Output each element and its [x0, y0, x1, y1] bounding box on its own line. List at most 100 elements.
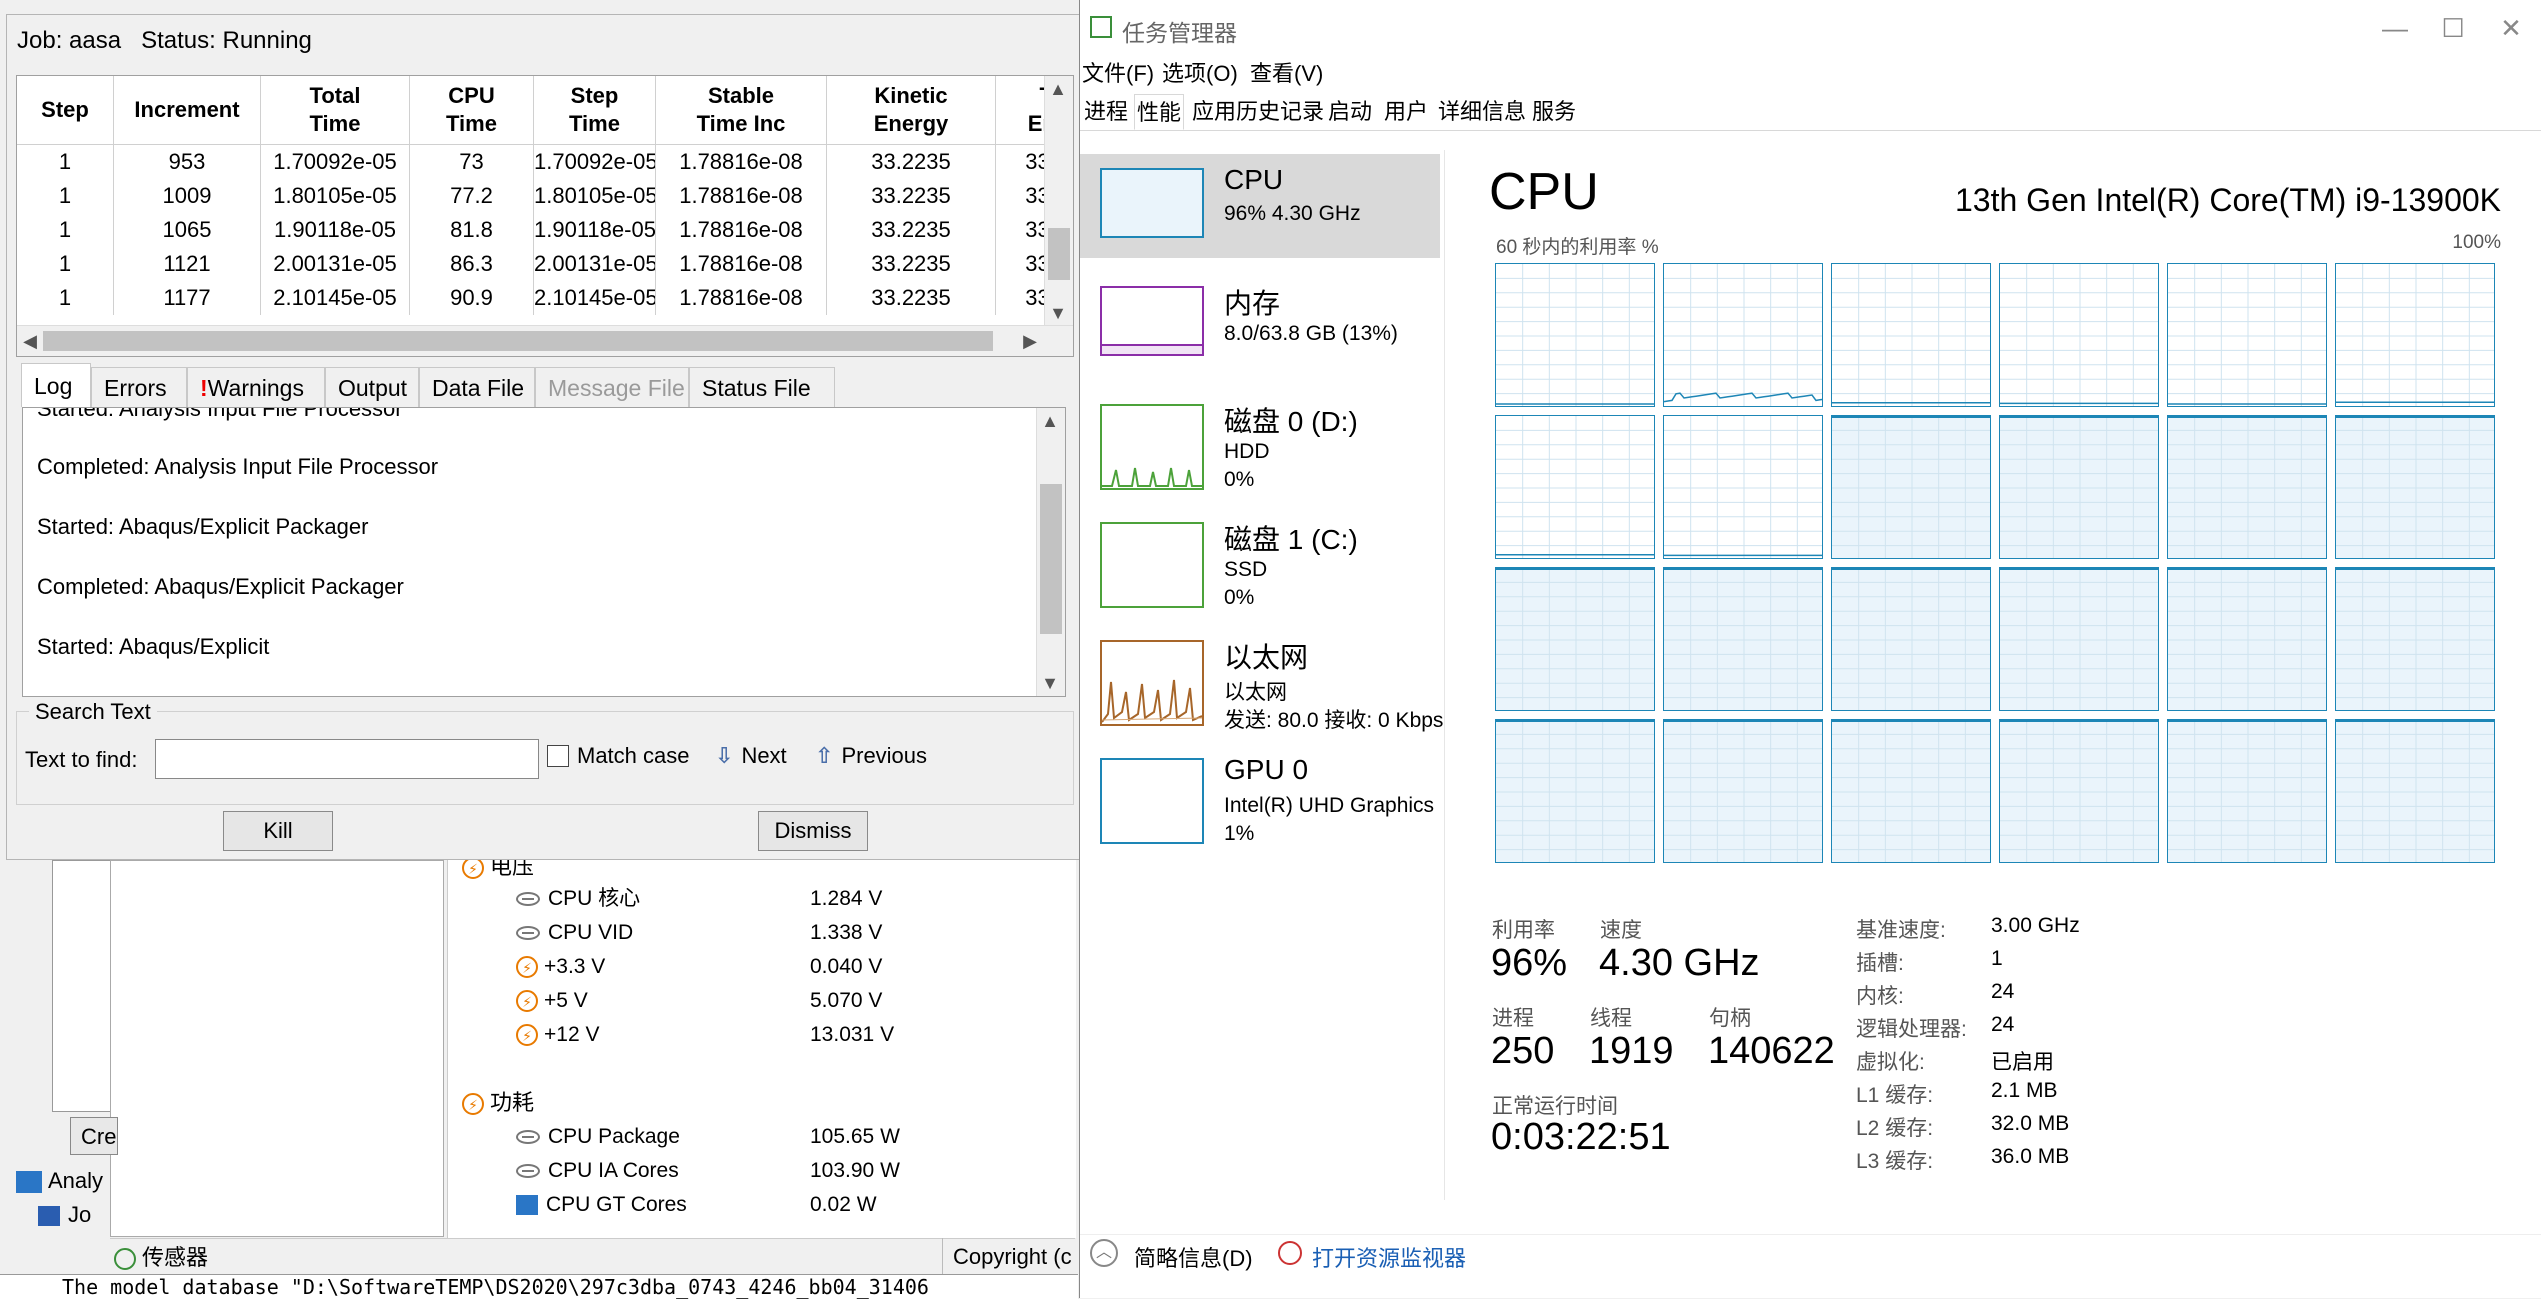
lightning-icon: ⚡	[516, 1024, 538, 1047]
previous-button[interactable]: ⇧ Previous	[815, 743, 927, 769]
lightning-icon: ⚡	[462, 1093, 484, 1116]
table-cell: 33.2235	[826, 213, 996, 247]
job-status: Running	[222, 27, 312, 54]
table-cell: 33.2235	[826, 281, 996, 315]
table-cell: 1.70092e-05	[533, 144, 656, 179]
log-line: Started: Abaqus/Explicit Packager	[37, 514, 369, 539]
table-cell: 90.9	[409, 281, 534, 315]
job-name: aasa	[69, 27, 122, 54]
copyright-text: Copyright (c	[942, 1238, 1078, 1276]
scroll-right-icon[interactable]: ▶	[1017, 328, 1043, 354]
tab-errors[interactable]: Errors	[91, 367, 187, 407]
resource-disk-0[interactable]: 磁盘 0 (D:) HDD 0%	[1080, 390, 1440, 494]
speed-label: 速度	[1600, 919, 1642, 942]
find-input[interactable]	[155, 739, 539, 779]
menu-view[interactable]: 查看(V)	[1250, 56, 1323, 88]
table-cell: 1.78816e-08	[655, 179, 827, 213]
table-row: 1 1009 1.80105e-05 77.2 1.80105e-05 1.78816e-…	[17, 179, 1073, 213]
utilization-label: 利用率	[1492, 919, 1555, 942]
close-icon[interactable]: ✕	[2483, 10, 2539, 46]
table-cell: 1	[17, 144, 114, 179]
create-button[interactable]: Cre	[70, 1117, 118, 1155]
dismiss-button[interactable]: Dismiss	[758, 811, 868, 851]
tab-services[interactable]: 服务	[1530, 94, 1578, 130]
table-vertical-scrollbar[interactable]: ▲ ▼	[1044, 76, 1073, 326]
match-case-checkbox[interactable]	[547, 745, 569, 767]
cpu-core-graph	[2335, 415, 2495, 559]
table-cell: 81.8	[409, 213, 534, 247]
spec-label: 基准速度:	[1856, 919, 1946, 942]
cpu-mini-graph	[1100, 168, 1204, 238]
title-bar[interactable]: 任务管理器 — ☐ ✕	[1080, 0, 2541, 56]
task-manager-window: 任务管理器 — ☐ ✕ 文件(F) 选项(O) 查看(V) 进程 性能 应用历史…	[1079, 0, 2541, 1298]
sensor-icon	[516, 892, 540, 907]
table-cell: 33.2235	[826, 247, 996, 281]
resource-gpu[interactable]: GPU 0 Intel(R) UHD Graphics 1%	[1080, 744, 1440, 848]
tab-app-history[interactable]: 应用历史记录	[1190, 94, 1326, 130]
tab-output[interactable]: Output	[325, 367, 419, 407]
scroll-thumb[interactable]	[1040, 484, 1062, 634]
table-cell: 2.00131e-05	[533, 247, 656, 281]
next-button[interactable]: ⇩ Next	[715, 743, 787, 769]
log-line: Completed: Abaqus/Explicit Packager	[37, 574, 404, 599]
menu-options[interactable]: 选项(O)	[1162, 56, 1238, 88]
task-manager-footer: ︿ 简略信息(D) 打开资源监视器	[1080, 1234, 2541, 1275]
tab-startup[interactable]: 启动	[1326, 94, 1374, 130]
cpu-core-graph	[2167, 567, 2327, 711]
match-case-label[interactable]: Match case	[577, 743, 690, 769]
scroll-left-icon[interactable]: ◀	[17, 328, 43, 354]
table-cell: 2.00131e-05	[260, 247, 410, 281]
cpu-core-graph	[1999, 567, 2159, 711]
table-cell: 2.10145e-05	[260, 281, 410, 315]
log-line: Started: Abaqus/Explicit	[37, 634, 270, 659]
table-cell: 1.78816e-08	[655, 281, 827, 315]
menu-file[interactable]: 文件(F)	[1082, 56, 1154, 88]
minimize-icon[interactable]: —	[2367, 10, 2423, 46]
cpu-core-graph	[1831, 567, 1991, 711]
cpu-core-graph	[1495, 415, 1655, 559]
tab-details[interactable]: 详细信息	[1436, 94, 1528, 130]
scroll-thumb[interactable]	[1048, 228, 1070, 280]
tab-log[interactable]: Log	[21, 363, 91, 407]
cpu-core-graph	[2335, 719, 2495, 863]
tab-data-file[interactable]: Data File	[419, 367, 535, 407]
tab-processes[interactable]: 进程	[1082, 94, 1130, 130]
table-cell: 86.3	[409, 247, 534, 281]
tab-warnings[interactable]: !Warnings	[187, 367, 325, 407]
sensor-status-icon	[114, 1248, 136, 1271]
resource-memory[interactable]: 内存 8.0/63.8 GB (13%)	[1080, 272, 1440, 376]
threads-label: 线程	[1590, 1007, 1632, 1030]
tree-item-analysis[interactable]: Analy	[16, 1168, 103, 1194]
power-header: ⚡ 功耗	[462, 1086, 534, 1120]
processes-value: 250	[1491, 1030, 1555, 1072]
kill-button[interactable]: Kill	[223, 811, 333, 851]
scroll-down-icon[interactable]: ▼	[1045, 300, 1071, 326]
column-header: CPU Time	[409, 76, 534, 145]
tree-panel	[110, 860, 444, 1237]
tab-performance[interactable]: 性能	[1134, 94, 1185, 130]
lightning-icon: ⚡	[516, 956, 538, 979]
scroll-down-icon[interactable]: ▼	[1037, 670, 1063, 696]
table-horizontal-scrollbar[interactable]: ◀ ▶	[17, 325, 1073, 356]
maximize-icon[interactable]: ☐	[2425, 10, 2481, 46]
tab-status-file[interactable]: Status File	[689, 367, 835, 407]
disk1-mini-graph	[1100, 522, 1204, 608]
spec-label: 插槽:	[1856, 952, 1904, 975]
window-title: 任务管理器	[1122, 20, 1237, 46]
log-line: Started: Analysis Input File Processor	[37, 407, 403, 421]
log-scrollbar[interactable]: ▲ ▼	[1036, 408, 1065, 696]
chevron-up-icon[interactable]: ︿	[1090, 1239, 1118, 1267]
scroll-thumb[interactable]	[43, 331, 993, 351]
cpu-core-graph	[1831, 719, 1991, 863]
lightning-icon: ⚡	[516, 990, 538, 1013]
resource-ethernet[interactable]: 以太网 以太网 发送: 80.0 接收: 0 Kbps	[1080, 626, 1443, 732]
resource-cpu[interactable]: CPU 96% 4.30 GHz	[1080, 154, 1440, 258]
open-resource-monitor-link[interactable]: 打开资源监视器	[1312, 1241, 1466, 1273]
tab-users[interactable]: 用户	[1382, 94, 1430, 130]
fewer-details-link[interactable]: 简略信息(D)	[1134, 1241, 1253, 1273]
scroll-up-icon[interactable]: ▲	[1045, 76, 1071, 102]
scroll-up-icon[interactable]: ▲	[1037, 408, 1063, 434]
tree-item-jobs[interactable]: Jo	[38, 1202, 91, 1228]
resource-disk-1[interactable]: 磁盘 1 (C:) SSD 0%	[1080, 508, 1440, 612]
spec-value: 24	[1991, 1013, 2015, 1036]
